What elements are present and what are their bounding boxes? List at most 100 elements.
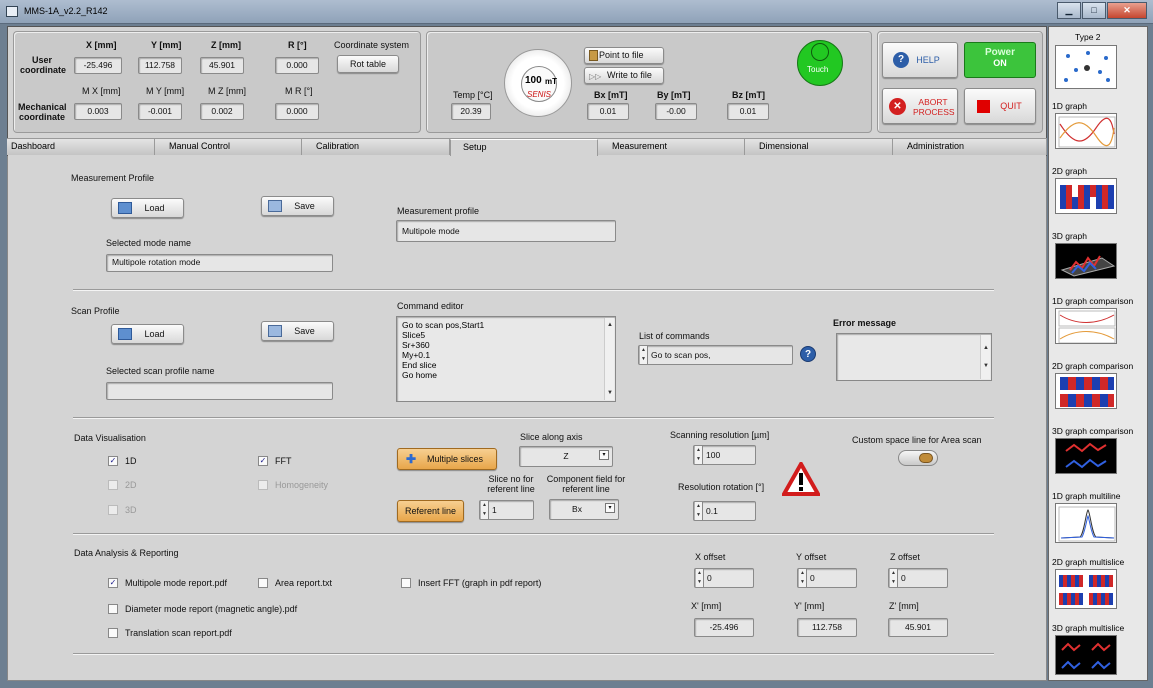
command-editor-scrollbar[interactable]: ▲ ▼ <box>604 318 614 400</box>
x-offset-stepper[interactable]: ▲ ▼ <box>696 569 704 587</box>
coord-system-select[interactable]: Rot table <box>337 55 399 73</box>
gauge-dial: 100 mT SENIS <box>504 49 572 117</box>
thumbnail-1d-graph-comparison[interactable] <box>1055 308 1117 344</box>
checkbox-diameter-report[interactable] <box>108 604 118 614</box>
thumbnail-3d-graph-multislice[interactable] <box>1055 635 1117 675</box>
gauge-unit: mT <box>545 77 557 86</box>
error-message-box: ▲ ▼ <box>836 333 992 381</box>
resolution-rotation-stepper[interactable]: ▲ ▼ <box>695 502 703 520</box>
separator-4 <box>73 653 994 655</box>
load-icon <box>118 202 132 214</box>
resolution-rotation-value: 0.1 <box>706 506 718 516</box>
my-header: M Y [mm] <box>146 86 185 96</box>
command-editor[interactable]: Go to scan pos,Start1 Slice5 Sr+360 My+0… <box>396 316 616 402</box>
y-offset-label: Y offset <box>796 552 827 562</box>
chevron-down-icon[interactable]: ▾ <box>599 450 609 460</box>
abort-process-button[interactable]: ✕ ABORT PROCESS <box>882 88 958 124</box>
touch-led-ring <box>811 43 829 61</box>
data-analysis-title: Data Analysis & Reporting <box>74 548 179 558</box>
quit-label: QUIT <box>1000 101 1022 111</box>
selected-mode-field: Multipole rotation mode <box>106 254 333 272</box>
label-diameter-report: Diameter mode report (magnetic angle).pd… <box>125 604 298 614</box>
tab-dimensional[interactable]: Dimensional <box>745 139 893 155</box>
abort-label: ABORT PROCESS <box>913 97 955 117</box>
slice-axis-select[interactable]: Z ▾ <box>519 446 613 467</box>
z-offset-field[interactable]: ▲ ▼ 0 <box>888 568 948 588</box>
minimize-button[interactable]: ▁ <box>1057 2 1081 19</box>
checkbox-fft[interactable]: ✓ <box>258 456 268 466</box>
temp-label: Temp [°C] <box>453 90 493 100</box>
power-state: ON <box>993 58 1007 68</box>
mech-x-value: 0.003 <box>74 103 122 120</box>
chevron-down-icon[interactable]: ▾ <box>605 503 615 513</box>
scan-load-button[interactable]: Load <box>111 324 184 344</box>
point-to-file-button[interactable]: Point to file <box>584 47 664 64</box>
measurement-profile-field[interactable]: Multipole mode <box>396 220 616 242</box>
thumbnail-3d-graph[interactable] <box>1055 243 1117 279</box>
tab-setup[interactable]: Setup <box>450 139 598 157</box>
thumbnail-1d-graph[interactable] <box>1055 113 1117 149</box>
measurement-profile-label: Measurement profile <box>397 206 480 216</box>
sidebar-label-3d-comparison: 3D graph comparison <box>1052 426 1134 436</box>
checkbox-area-report[interactable] <box>258 578 268 588</box>
thumbnail-3d-graph-comparison[interactable] <box>1055 438 1117 474</box>
x-offset-field[interactable]: ▲ ▼ 0 <box>694 568 754 588</box>
measurement-load-button[interactable]: Load <box>111 198 184 218</box>
thumbnail-1d-graph-multiline[interactable] <box>1055 503 1117 543</box>
power-button[interactable]: Power ON <box>964 42 1036 78</box>
checkbox-homogeneity[interactable] <box>258 480 268 490</box>
thumbnail-2d-graph-comparison[interactable] <box>1055 373 1117 409</box>
thumbnail-2d-graph[interactable] <box>1055 178 1117 214</box>
list-of-commands-value: Go to scan pos, <box>651 350 711 360</box>
checkbox-2d[interactable] <box>108 480 118 490</box>
z-offset-label: Z offset <box>890 552 920 562</box>
tab-dashboard[interactable]: Dashboard <box>7 139 155 155</box>
thumbnail-type-2[interactable] <box>1055 45 1117 89</box>
command-line: Go to scan pos,Start1 <box>402 320 485 330</box>
scan-resolution-stepper[interactable]: ▲ ▼ <box>695 446 703 464</box>
component-field-select[interactable]: Bx ▾ <box>549 499 619 520</box>
write-to-file-label: Write to file <box>607 70 652 80</box>
list-of-commands-field[interactable]: ▲ ▼ Go to scan pos, <box>638 345 793 365</box>
multiple-slices-button[interactable]: ✚ Multiple slices <box>397 448 497 470</box>
tab-calibration[interactable]: Calibration <box>302 139 450 155</box>
resolution-rotation-label: Resolution rotation [°] <box>678 482 765 492</box>
resolution-rotation-field[interactable]: ▲ ▼ 0.1 <box>693 501 756 521</box>
error-scrollbar[interactable]: ▲ ▼ <box>980 335 990 379</box>
component-field-label: Component field for referent line <box>546 474 626 494</box>
maximize-button[interactable]: □ <box>1082 2 1106 19</box>
referent-line-button[interactable]: Referent line <box>397 500 464 522</box>
checkbox-translation-report[interactable] <box>108 628 118 638</box>
label-homogeneity: Homogeneity <box>275 480 329 490</box>
close-button[interactable]: ✕ <box>1107 2 1147 19</box>
tab-manual-control[interactable]: Manual Control <box>155 139 302 155</box>
label-fft: FFT <box>275 456 292 466</box>
coordinates-panel: X [mm] Y [mm] Z [mm] R [°] Coordinate sy… <box>13 31 421 133</box>
sidebar-label-2d-graph: 2D graph <box>1052 166 1087 176</box>
measurement-save-button[interactable]: Save <box>261 196 334 216</box>
checkbox-insert-fft[interactable] <box>401 578 411 588</box>
scan-resolution-field[interactable]: ▲ ▼ 100 <box>693 445 756 465</box>
measurement-profile-title: Measurement Profile <box>71 173 155 183</box>
command-help-icon[interactable]: ? <box>800 346 816 362</box>
scan-save-button[interactable]: Save <box>261 321 334 341</box>
z-offset-stepper[interactable]: ▲ ▼ <box>890 569 898 587</box>
tab-measurement[interactable]: Measurement <box>598 139 745 155</box>
quit-button[interactable]: QUIT <box>964 88 1036 124</box>
touch-label: Touch <box>807 65 829 74</box>
slice-axis-value: Z <box>563 451 569 461</box>
slice-no-stepper[interactable]: ▲ ▼ <box>481 501 489 519</box>
tab-administration[interactable]: Administration <box>893 139 1047 155</box>
y-offset-stepper[interactable]: ▲ ▼ <box>799 569 807 587</box>
component-field-value: Bx <box>572 504 582 514</box>
write-to-file-button[interactable]: ▷▷ Write to file <box>584 67 664 84</box>
thumbnail-2d-graph-multislice[interactable] <box>1055 569 1117 609</box>
help-button[interactable]: ? HELP <box>882 42 958 78</box>
checkbox-multipole-report[interactable]: ✓ <box>108 578 118 588</box>
list-stepper[interactable]: ▲ ▼ <box>640 346 648 364</box>
checkbox-3d[interactable] <box>108 505 118 515</box>
custom-space-line-toggle[interactable] <box>898 450 938 466</box>
y-offset-field[interactable]: ▲ ▼ 0 <box>797 568 857 588</box>
checkbox-1d[interactable]: ✓ <box>108 456 118 466</box>
slice-no-field[interactable]: ▲ ▼ 1 <box>479 500 534 520</box>
